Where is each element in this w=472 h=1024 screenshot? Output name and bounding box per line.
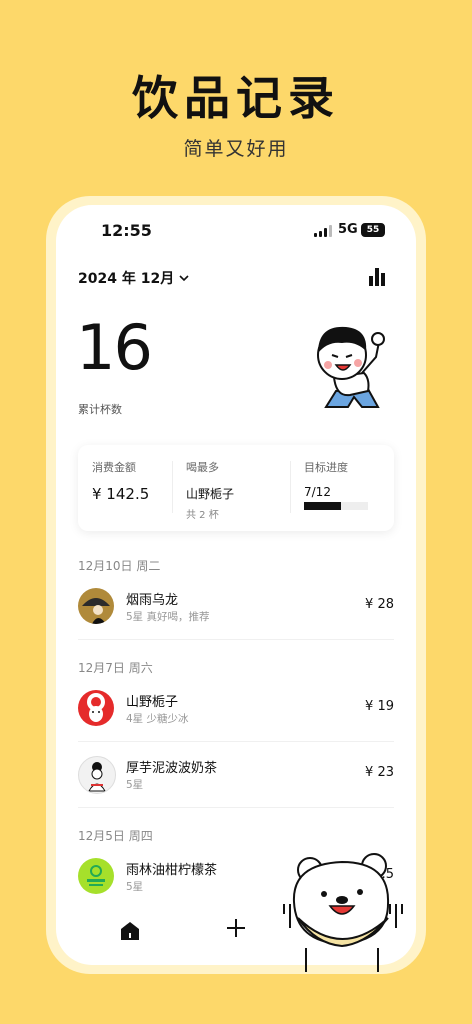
- total-cups-count: 16: [76, 311, 153, 384]
- month-selector[interactable]: 2024 年 12月: [78, 268, 190, 288]
- chevron-down-icon: [179, 275, 189, 282]
- goal-progress-fill: [304, 502, 342, 510]
- row-divider: [78, 807, 394, 808]
- month-label: 2024 年 12月: [78, 271, 175, 287]
- divider: [172, 461, 173, 513]
- drink-name: 厚芋泥波波奶茶: [126, 761, 218, 776]
- spend-section: 消费金额 ¥ 142.5: [92, 459, 149, 503]
- drink-price: ¥ 23: [365, 765, 394, 780]
- drink-name: 烟雨乌龙: [126, 593, 179, 608]
- goal-value: 7/12: [304, 485, 331, 499]
- date-header: 12月10日 周二: [78, 559, 161, 573]
- summary-card: 消费金额 ¥ 142.5 喝最多 山野栀子 共 2 杯 目标进度 7/12: [78, 445, 394, 531]
- ink-lady-logo: [78, 756, 116, 794]
- cheering-boy-illustration: [317, 326, 385, 408]
- list-item[interactable]: 烟雨乌龙 5星 真好喝，推荐 ¥ 28: [78, 577, 394, 639]
- goal-progress-bar: [304, 502, 368, 510]
- drink-note: 5星: [126, 779, 144, 791]
- most-drunk-label: 喝最多: [186, 461, 219, 474]
- network-label: 5G: [338, 222, 358, 237]
- status-bar: 12:55 5G 55: [56, 219, 416, 243]
- drink-name: 山野栀子: [126, 695, 179, 710]
- spend-label: 消费金额: [92, 461, 136, 474]
- green-brand-logo: [78, 858, 114, 894]
- goal-label: 目标进度: [304, 461, 348, 474]
- date-header: 12月7日 周六: [78, 661, 153, 675]
- most-drunk-section: 喝最多 山野栀子 共 2 杯: [186, 459, 234, 521]
- drink-price: ¥ 19: [365, 699, 394, 714]
- hero-title: 饮品记录: [132, 71, 340, 125]
- hero-subtitle: 简单又好用: [183, 138, 289, 160]
- total-cups-label: 累计杯数: [78, 403, 122, 416]
- spend-value: ¥ 142.5: [92, 485, 150, 503]
- battery-icon: 55: [361, 223, 385, 237]
- divider: [290, 461, 291, 513]
- drink-price: ¥ 28: [365, 597, 394, 612]
- goal-section: 目标进度 7/12: [304, 459, 348, 499]
- list-item[interactable]: 厚芋泥波波奶茶 5星 ¥ 23: [78, 745, 394, 807]
- lady-with-umbrella-logo: [78, 588, 114, 624]
- status-time: 12:55: [101, 221, 152, 240]
- date-header: 12月5日 周四: [78, 829, 153, 843]
- drink-name: 雨林油柑柠檬茶: [126, 863, 218, 878]
- bar-chart-icon[interactable]: [369, 268, 387, 286]
- opera-mask-logo: [78, 690, 114, 726]
- plus-icon[interactable]: [226, 917, 246, 941]
- row-divider: [78, 639, 394, 640]
- signal-icon: [314, 225, 332, 237]
- most-drunk-count: 共 2 杯: [186, 510, 219, 521]
- drink-note: 4星 少糖少冰: [126, 713, 189, 725]
- home-icon[interactable]: [120, 921, 140, 941]
- drink-note: 5星 真好喝，推荐: [126, 611, 210, 623]
- bear-with-forks-illustration: [283, 853, 403, 972]
- drink-note: 5星: [126, 881, 144, 893]
- row-divider: [78, 741, 394, 742]
- most-drunk-value: 山野栀子: [186, 487, 235, 501]
- list-item[interactable]: 山野栀子 4星 少糖少冰 ¥ 19: [78, 679, 394, 741]
